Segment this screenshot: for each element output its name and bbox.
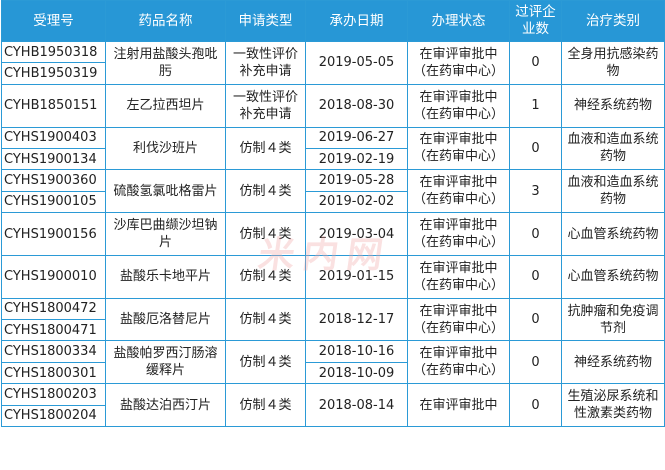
table-row: CYHS1900010 盐酸乐卡地平片 仿制４类 2019-01-15 在审评审…	[1, 254, 665, 299]
review-status: 在审评审批中（在药审中心）	[407, 83, 510, 128]
application-no: CYHB1950319	[1, 62, 106, 85]
acceptance-date: 2018-08-30	[305, 83, 408, 128]
table-header-row: 受理号 药品名称 申请类型 承办日期 办理状态 过评企业数 治疗类别	[1, 0, 665, 42]
table-row: CYHS1900360 硫酸氢氯吡格雷片 仿制４类 2019-05-28 在审评…	[1, 169, 665, 214]
col-header-drug-name: 药品名称	[105, 0, 226, 42]
drug-name: 盐酸达泊西汀片	[105, 383, 226, 428]
passed-count: 0	[509, 126, 562, 171]
drug-name: 注射用盐酸头孢吡肟	[105, 41, 226, 85]
passed-count: 0	[509, 212, 562, 256]
application-no: CYHS1900156	[1, 212, 106, 256]
acceptance-date: 2018-10-16	[305, 340, 408, 363]
acceptance-date: 2018-10-09	[305, 361, 408, 385]
therapy-category: 全身用抗感染药物	[561, 41, 665, 85]
review-status: 在审评审批中（在药审中心）	[407, 340, 510, 385]
application-no: CYHS1900010	[1, 254, 106, 299]
drug-name: 盐酸帕罗西汀肠溶缓释片	[105, 340, 226, 385]
review-status: 在审评审批中（在药审中心）	[407, 41, 510, 85]
drug-name: 利伐沙班片	[105, 126, 226, 171]
col-header-category: 治疗类别	[561, 0, 665, 42]
acceptance-date: 2019-05-28	[305, 169, 408, 192]
application-type: 仿制４类	[225, 169, 306, 214]
application-type: 仿制４类	[225, 254, 306, 299]
col-header-status: 办理状态	[407, 0, 510, 42]
acceptance-date: 2019-02-02	[305, 190, 408, 214]
application-no: CYHS1800204	[1, 404, 106, 428]
review-status: 在审评审批中（在药审中心）	[407, 169, 510, 214]
application-type: 一致性评价补充申请	[225, 41, 306, 85]
table-row: CYHB1950318 注射用盐酸头孢吡肟 一致性评价补充申请 2019-05-…	[1, 40, 665, 85]
table-row: CYHS1800472 盐酸厄洛替尼片 仿制４类 2018-12-17 在审评审…	[1, 297, 665, 342]
acceptance-date: 2018-08-14	[305, 383, 408, 428]
passed-count: 0	[509, 254, 562, 299]
application-no: CYHS1800472	[1, 297, 106, 321]
drug-review-table-wrap: 受理号 药品名称 申请类型 承办日期 办理状态 过评企业数 治疗类别 CYHB1…	[0, 0, 665, 470]
application-type: 仿制４类	[225, 340, 306, 385]
therapy-category: 心血管系统药物	[561, 254, 665, 299]
drug-name: 盐酸乐卡地平片	[105, 254, 226, 299]
col-header-passed-count: 过评企业数	[509, 0, 562, 42]
drug-name: 盐酸厄洛替尼片	[105, 297, 226, 342]
passed-count: 0	[509, 383, 562, 428]
passed-count: 1	[509, 83, 562, 128]
acceptance-date: 2019-05-05	[305, 41, 408, 85]
application-no: CYHS1900134	[1, 147, 106, 171]
col-header-application-type: 申请类型	[225, 0, 306, 42]
therapy-category: 血液和造血系统药物	[561, 126, 665, 171]
application-type: 仿制４类	[225, 126, 306, 171]
application-no: CYHS1800471	[1, 319, 106, 342]
table-row: CYHS1900403 利伐沙班片 仿制４类 2019-06-27 在审评审批中…	[1, 126, 665, 171]
review-status: 在审评审批中（在药审中心）	[407, 126, 510, 171]
therapy-category: 神经系统药物	[561, 83, 665, 128]
drug-name: 沙库巴曲缬沙坦钠片	[105, 212, 226, 256]
application-type: 一致性评价补充申请	[225, 83, 306, 128]
review-status: 在审评审批中（在药审中心）	[407, 297, 510, 342]
therapy-category: 血液和造血系统药物	[561, 169, 665, 214]
therapy-category: 生殖泌尿系统和性激素类药物	[561, 383, 665, 428]
table-row: CYHS1800334 盐酸帕罗西汀肠溶缓释片 仿制４类 2018-10-16 …	[1, 340, 665, 385]
therapy-category: 心血管系统药物	[561, 212, 665, 256]
application-no: CYHS1900360	[1, 169, 106, 192]
application-no: CYHS1900105	[1, 190, 106, 214]
drug-name: 硫酸氢氯吡格雷片	[105, 169, 226, 214]
application-no: CYHS1900403	[1, 126, 106, 149]
application-no: CYHS1800301	[1, 361, 106, 385]
application-no: CYHS1800334	[1, 340, 106, 363]
passed-count: 0	[509, 41, 562, 85]
passed-count: 3	[509, 169, 562, 214]
review-status: 在审评审批中	[407, 383, 510, 428]
review-status: 在审评审批中（在药审中心）	[407, 212, 510, 256]
acceptance-date: 2019-03-04	[305, 212, 408, 256]
table-row: CYHS1900156 沙库巴曲缬沙坦钠片 仿制４类 2019-03-04 在审…	[1, 212, 665, 256]
application-type: 仿制４类	[225, 212, 306, 256]
drug-name: 左乙拉西坦片	[105, 83, 226, 128]
application-no: CYHB1950318	[1, 40, 106, 64]
review-status: 在审评审批中（在药审中心）	[407, 254, 510, 299]
table-row: CYHB1850151 左乙拉西坦片 一致性评价补充申请 2018-08-30 …	[1, 83, 665, 128]
acceptance-date: 2019-06-27	[305, 126, 408, 149]
therapy-category: 神经系统药物	[561, 340, 665, 385]
drug-review-table: 受理号 药品名称 申请类型 承办日期 办理状态 过评企业数 治疗类别 CYHB1…	[1, 0, 665, 428]
application-type: 仿制４类	[225, 297, 306, 342]
table-row: CYHS1800203 盐酸达泊西汀片 仿制４类 2018-08-14 在审评审…	[1, 383, 665, 428]
col-header-date: 承办日期	[305, 0, 408, 42]
passed-count: 0	[509, 297, 562, 342]
acceptance-date: 2018-12-17	[305, 297, 408, 342]
application-no: CYHB1850151	[1, 83, 106, 128]
col-header-application-no: 受理号	[1, 0, 106, 42]
application-type: 仿制４类	[225, 383, 306, 428]
therapy-category: 抗肿瘤和免疫调节剂	[561, 297, 665, 342]
acceptance-date: 2019-01-15	[305, 254, 408, 299]
application-no: CYHS1800203	[1, 383, 106, 406]
passed-count: 0	[509, 340, 562, 385]
acceptance-date: 2019-02-19	[305, 147, 408, 171]
